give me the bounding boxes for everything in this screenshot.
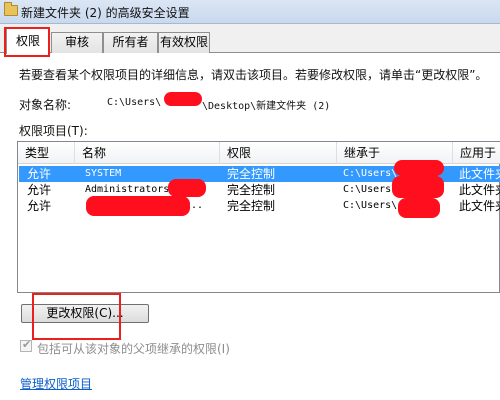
redaction-mark	[168, 179, 206, 197]
instructions-text: 若要查看某个权限项目的详细信息，请双击该项目。若要修改权限，请单击“更改权限”。	[19, 68, 488, 82]
tab-owner[interactable]: 所有者	[103, 32, 158, 53]
permission-entries-label: 权限项目(T):	[19, 124, 88, 138]
redaction-mark	[164, 92, 202, 106]
row-permission: 完全控制	[227, 167, 276, 181]
row-applies-to: 此文件夹	[459, 199, 500, 213]
tab-effective-permissions[interactable]: 有效权限	[158, 32, 210, 53]
object-name-label: 对象名称:	[19, 98, 72, 112]
row-type: 允许	[27, 167, 52, 181]
row-permission: 完全控制	[227, 199, 276, 213]
row-type: 允许	[27, 183, 52, 197]
tab-annotation-box	[4, 27, 50, 57]
inherit-permissions-checkbox[interactable]: ✔	[20, 338, 32, 352]
window-title: 新建文件夹 (2) 的高级安全设置	[21, 6, 190, 20]
title-bar: 新建文件夹 (2) 的高级安全设置	[0, 0, 500, 24]
redaction-mark	[394, 160, 444, 176]
row-applies-to: 此文件夹	[459, 183, 500, 197]
checkmark-icon: ✔	[22, 338, 32, 351]
column-name[interactable]: 名称	[75, 142, 220, 164]
tab-strip: 权限 审核 所有者 有效权限	[0, 24, 500, 54]
row-inherited-from: C:\Users\	[343, 200, 398, 211]
column-permission[interactable]: 权限	[220, 142, 337, 164]
inherit-permissions-label: 包括可从该对象的父项继承的权限(I)	[37, 342, 230, 356]
redaction-mark	[86, 196, 190, 216]
permission-entries-list[interactable]: 类型 名称 权限 继承于 应用于 允许 SYSTEM 完全控制 C:\Users…	[17, 141, 500, 293]
column-type[interactable]: 类型	[18, 142, 75, 164]
tab-auditing[interactable]: 审核	[51, 32, 103, 53]
row-type: 允许	[27, 199, 52, 213]
object-path-suffix: \Desktop\新建文件夹 (2)	[202, 101, 331, 112]
folder-icon	[4, 2, 18, 16]
row-permission: 完全控制	[227, 183, 276, 197]
object-path-prefix: C:\Users\	[107, 97, 162, 108]
row-inherited-from: C:\Users\	[343, 184, 398, 195]
row-inherited-from: C:\Users\	[343, 168, 398, 179]
redaction-mark	[392, 176, 444, 198]
row-applies-to: 此文件夹	[459, 167, 500, 181]
column-applies-to[interactable]: 应用于	[453, 142, 500, 164]
redaction-mark	[398, 198, 440, 218]
row-name: SYSTEM	[85, 168, 122, 179]
manage-permission-entries-link[interactable]: 管理权限项目	[20, 375, 92, 392]
button-annotation-box	[32, 293, 121, 340]
